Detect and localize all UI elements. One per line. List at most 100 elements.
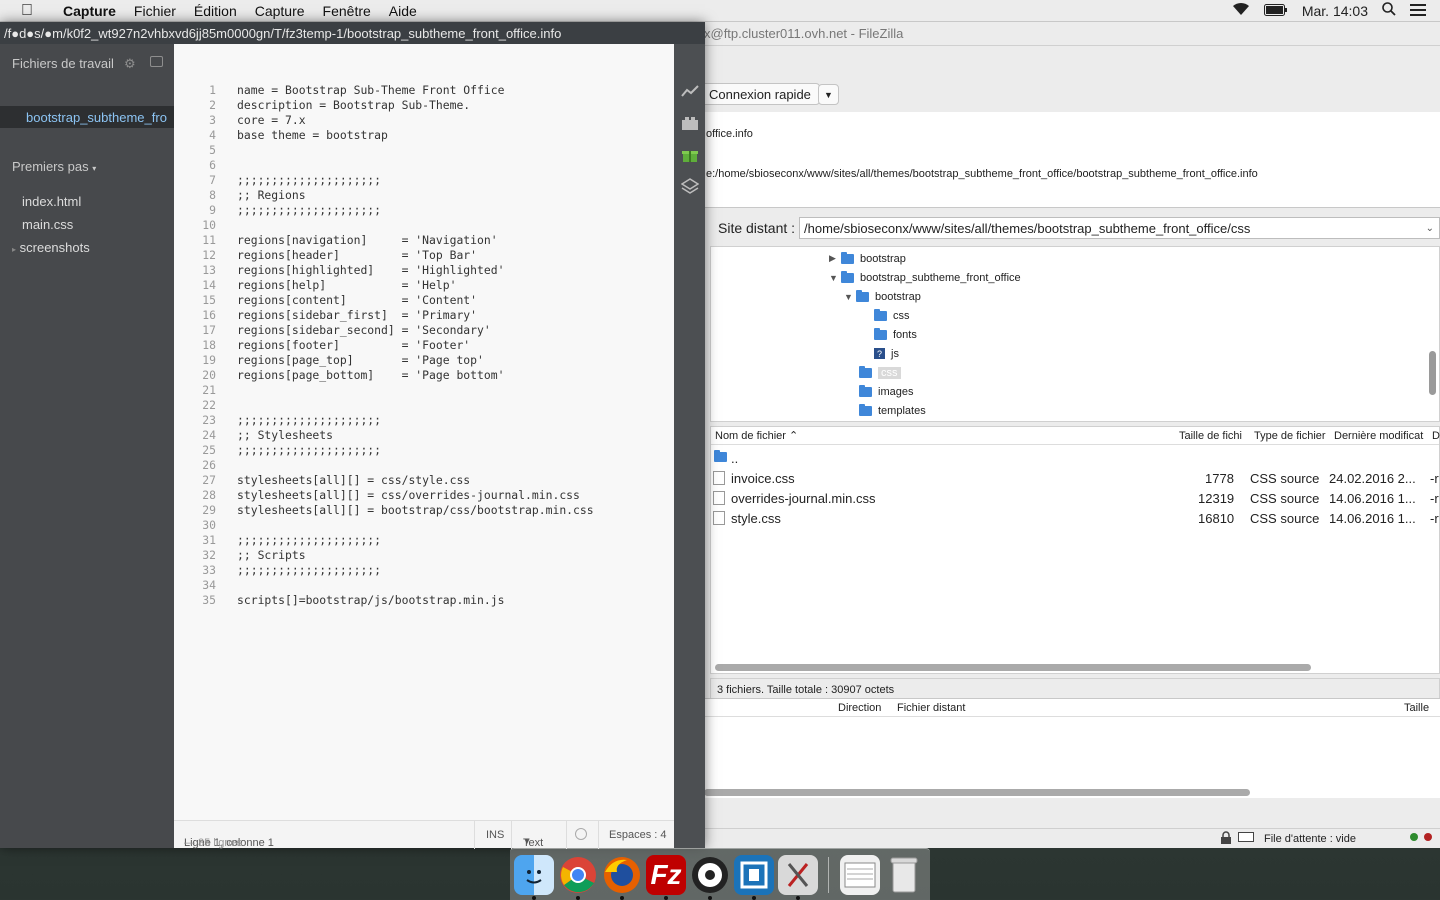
- tree-node-css-selected[interactable]: css: [859, 363, 901, 382]
- split-view-icon[interactable]: [150, 56, 163, 67]
- column-modified[interactable]: Dernière modificat: [1334, 430, 1423, 442]
- code-line[interactable]: 25;;;;;;;;;;;;;;;;;;;;;: [174, 443, 674, 458]
- gear-icon[interactable]: ⚙: [124, 56, 136, 72]
- code-line[interactable]: 35 scripts[]=bootstrap/js/bootstrap.min.j…: [174, 593, 674, 608]
- code-line[interactable]: 30: [174, 518, 674, 533]
- project-folder[interactable]: ▸ screenshots: [12, 240, 90, 255]
- code-line[interactable]: 27 stylesheets[all][] = css/style.css: [174, 473, 674, 488]
- clock[interactable]: Mar. 14:03: [1302, 3, 1368, 19]
- tree-node-images[interactable]: images: [859, 382, 913, 401]
- queue-scrollbar[interactable]: [704, 789, 1250, 796]
- menu-app-capture[interactable]: Capture: [54, 3, 125, 19]
- filezilla-icon[interactable]: Fz: [646, 855, 686, 895]
- quickconnect-dropdown-icon[interactable]: ▼: [818, 84, 839, 105]
- code-line[interactable]: 26: [174, 458, 674, 473]
- project-dropdown[interactable]: Premiers pas ▾: [12, 159, 96, 174]
- code-line[interactable]: 17 regions[sidebar_second] = 'Secondary': [174, 323, 674, 338]
- code-line[interactable]: 29 stylesheets[all][] = bootstrap/css/boo…: [174, 503, 674, 518]
- tree-node-css[interactable]: css: [874, 306, 910, 325]
- code-line[interactable]: 7;;;;;;;;;;;;;;;;;;;;;: [174, 173, 674, 188]
- code-line[interactable]: 21: [174, 383, 674, 398]
- finder-icon[interactable]: [514, 855, 554, 895]
- menu-edition[interactable]: Édition: [185, 3, 246, 19]
- code-line[interactable]: 33;;;;;;;;;;;;;;;;;;;;;: [174, 563, 674, 578]
- collapse-arrow-icon[interactable]: ▼: [844, 292, 856, 302]
- file-row[interactable]: overrides-journal.min.css 12319 CSS sour…: [711, 488, 1440, 508]
- code-line[interactable]: 3 core = 7.x: [174, 113, 674, 128]
- chevron-down-icon[interactable]: ⌄: [1426, 223, 1434, 234]
- apple-menu-icon[interactable]: : [0, 2, 54, 20]
- code-line[interactable]: 2 description = Bootstrap Sub-Theme.: [174, 98, 674, 113]
- battery-icon[interactable]: [1263, 3, 1288, 19]
- spotlight-search-icon[interactable]: [1382, 2, 1396, 19]
- notification-center-icon[interactable]: [1410, 3, 1426, 19]
- file-row[interactable]: style.css 16810 CSS source 14.06.2016 1.…: [711, 508, 1440, 528]
- working-file-item[interactable]: bootstrap_subtheme_fro: [0, 106, 174, 128]
- chrome-icon[interactable]: [558, 855, 598, 895]
- code-line[interactable]: 19 regions[page_top] = 'Page top': [174, 353, 674, 368]
- tree-node-templates[interactable]: templates: [859, 401, 926, 420]
- code-line[interactable]: 9;;;;;;;;;;;;;;;;;;;;;: [174, 203, 674, 218]
- column-filename[interactable]: Nom de fichier ⌃: [715, 429, 798, 442]
- speed-limit-icon[interactable]: [1238, 832, 1254, 845]
- trash-icon[interactable]: [884, 855, 924, 895]
- code-line[interactable]: 28 stylesheets[all][] = css/overrides-jou…: [174, 488, 674, 503]
- layers-icon[interactable]: [680, 178, 700, 196]
- file-list-scrollbar[interactable]: [715, 664, 1311, 671]
- code-line[interactable]: 1 name = Bootstrap Sub-Theme Front Office: [174, 83, 674, 98]
- menu-fenetre[interactable]: Fenêtre: [314, 3, 380, 19]
- tree-node-bootstrap[interactable]: ▶ bootstrap: [829, 249, 906, 268]
- quickconnect-button[interactable]: Connexion rapide: [700, 83, 820, 105]
- wifi-icon[interactable]: [1232, 2, 1250, 19]
- tree-node-js[interactable]: ? js: [874, 344, 899, 363]
- gift-icon[interactable]: [681, 147, 699, 165]
- downloads-stack-icon[interactable]: [840, 855, 880, 895]
- brackets-app-icon[interactable]: [690, 855, 730, 895]
- code-line[interactable]: 12 regions[header] = 'Top Bar': [174, 248, 674, 263]
- linter-status-icon[interactable]: [575, 828, 587, 840]
- tree-node-bootstrap-sub[interactable]: ▼ bootstrap: [844, 287, 921, 306]
- code-line[interactable]: 31;;;;;;;;;;;;;;;;;;;;;: [174, 533, 674, 548]
- code-line[interactable]: 13 regions[highlighted] = 'Highlighted': [174, 263, 674, 278]
- project-file[interactable]: main.css: [22, 217, 73, 232]
- code-line[interactable]: 6: [174, 158, 674, 173]
- live-preview-icon[interactable]: [681, 84, 699, 102]
- code-line[interactable]: 14 regions[help] = 'Help': [174, 278, 674, 293]
- code-line[interactable]: 18 regions[footer] = 'Footer': [174, 338, 674, 353]
- code-line[interactable]: 24 ;; Stylesheets: [174, 428, 674, 443]
- file-row-parent[interactable]: ..: [711, 448, 1440, 468]
- column-size[interactable]: Taille de fichi: [1179, 430, 1242, 442]
- remote-path-input[interactable]: /home/sbioseconx/www/sites/all/themes/bo…: [799, 217, 1440, 239]
- code-line[interactable]: 34: [174, 578, 674, 593]
- code-line[interactable]: 20 regions[page_bottom] = 'Page bottom': [174, 368, 674, 383]
- menu-capture[interactable]: Capture: [246, 3, 314, 19]
- menu-fichier[interactable]: Fichier: [125, 3, 185, 19]
- code-line[interactable]: 16 regions[sidebar_first] = 'Primary': [174, 308, 674, 323]
- code-line[interactable]: 15 regions[content] = 'Content': [174, 293, 674, 308]
- expand-arrow-icon[interactable]: ▶: [829, 253, 841, 264]
- screenshot-app-icon[interactable]: [778, 855, 818, 895]
- indent-setting[interactable]: Espaces : 4: [609, 829, 666, 841]
- code-line[interactable]: 4 base theme = bootstrap: [174, 128, 674, 143]
- menu-aide[interactable]: Aide: [380, 3, 426, 19]
- code-line[interactable]: 5: [174, 143, 674, 158]
- editor-app-icon[interactable]: [734, 855, 774, 895]
- code-line[interactable]: 32 ;; Scripts: [174, 548, 674, 563]
- firefox-icon[interactable]: [602, 855, 642, 895]
- tree-scrollbar[interactable]: [1429, 351, 1436, 395]
- tree-node-subtheme[interactable]: ▼ bootstrap_subtheme_front_office: [829, 268, 1021, 287]
- tree-node-fonts[interactable]: fonts: [874, 325, 917, 344]
- column-queue-size[interactable]: Taille: [1404, 702, 1429, 714]
- code-line[interactable]: 10: [174, 218, 674, 233]
- column-permissions[interactable]: D: [1432, 430, 1440, 442]
- code-line[interactable]: 22: [174, 398, 674, 413]
- insert-mode[interactable]: INS: [486, 829, 504, 841]
- code-line[interactable]: 11 regions[navigation] = 'Navigation': [174, 233, 674, 248]
- extension-manager-icon[interactable]: [681, 116, 699, 134]
- collapse-arrow-icon[interactable]: ▼: [829, 273, 841, 283]
- column-direction[interactable]: Direction: [838, 702, 881, 714]
- column-remote-file[interactable]: Fichier distant: [897, 702, 965, 714]
- code-line[interactable]: 8 ;; Regions: [174, 188, 674, 203]
- project-file[interactable]: index.html: [22, 194, 81, 209]
- code-line[interactable]: 23;;;;;;;;;;;;;;;;;;;;;: [174, 413, 674, 428]
